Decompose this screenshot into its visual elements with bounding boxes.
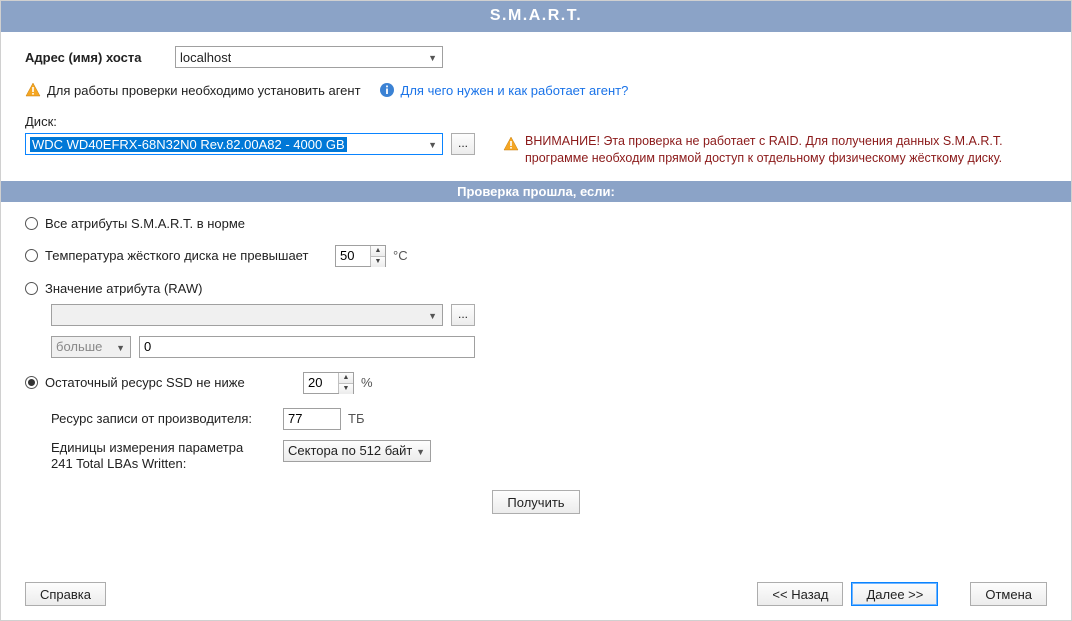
temp-input[interactable] [336,246,370,266]
ssd-units-label-2: 241 Total LBAs Written: [51,456,283,472]
cancel-button[interactable]: Отмена [970,582,1047,606]
footer: Справка << Назад Далее >> Отмена [1,570,1071,620]
temp-stepper[interactable]: ▲▼ [335,245,386,267]
chevron-down-icon: ▼ [428,53,437,63]
warning-icon [25,82,41,98]
opt-all-ok-label: Все атрибуты S.M.A.R.T. в норме [45,216,245,231]
info-icon [379,82,395,98]
opt-all-attributes: Все атрибуты S.M.A.R.T. в норме [25,216,1047,231]
stepper-arrows[interactable]: ▲▼ [370,246,385,266]
ssd-subgroup: Ресурс записи от производителя: ТБ Едини… [45,408,1047,491]
agent-warning-text: Для работы проверки необходимо установит… [47,83,361,98]
ssd-percent-input[interactable] [304,373,338,393]
stepper-arrows[interactable]: ▲▼ [338,373,353,393]
get-button[interactable]: Получить [492,490,579,514]
disk-select[interactable]: WDC WD40EFRX-68N32N0 Rev.82.00A82 - 4000… [25,133,443,155]
raw-threshold-input[interactable] [139,336,475,358]
radio-temperature[interactable] [25,249,38,262]
back-button[interactable]: << Назад [757,582,843,606]
opt-ssd: Остаточный ресурс SSD не ниже ▲▼ % [25,372,1047,394]
ssd-units-select[interactable]: Сектора по 512 байт ▼ [283,440,431,462]
opt-temp-label: Температура жёсткого диска не превышает [45,248,335,263]
host-select[interactable]: localhost ▼ [175,46,443,68]
disk-value: WDC WD40EFRX-68N32N0 Rev.82.00A82 - 4000… [30,137,347,152]
ssd-vendor-input[interactable] [283,408,341,430]
ssd-units-label-1: Единицы измерения параметра [51,440,283,456]
opt-raw: Значение атрибута (RAW) [25,281,1047,296]
warning-icon [503,136,519,152]
raw-browse-button[interactable]: ... [451,304,475,326]
disk-label: Диск: [25,114,57,129]
raw-subgroup: ▼ ... больше ▼ [45,304,1047,358]
help-button[interactable]: Справка [25,582,106,606]
title: S.M.A.R.T. [490,7,582,24]
disk-row: WDC WD40EFRX-68N32N0 Rev.82.00A82 - 4000… [25,133,1047,167]
ssd-units-value: Сектора по 512 байт [288,443,412,458]
raw-compare-select[interactable]: больше ▼ [51,336,131,358]
section-header: Проверка прошла, если: [1,181,1071,202]
host-value: localhost [180,50,231,65]
opt-ssd-label: Остаточный ресурс SSD не ниже [45,375,303,390]
temp-unit: °C [393,248,408,263]
host-row: Адрес (имя) хоста localhost ▼ [25,46,1047,68]
ssd-vendor-unit: ТБ [348,411,364,426]
radio-raw[interactable] [25,282,38,295]
opt-temperature: Температура жёсткого диска не превышает … [25,245,1047,267]
ssd-percent-stepper[interactable]: ▲▼ [303,372,354,394]
disk-browse-button[interactable]: ... [451,133,475,155]
ssd-vendor-label: Ресурс записи от производителя: [51,411,283,426]
next-button[interactable]: Далее >> [851,582,938,606]
raw-compare-value: больше [56,339,102,354]
chevron-down-icon: ▼ [116,343,125,353]
smart-dialog: S.M.A.R.T. Адрес (имя) хоста localhost ▼… [0,0,1072,621]
chevron-down-icon: ▼ [416,447,425,457]
raid-warning: ВНИМАНИЕ! Эта проверка не работает с RAI… [525,133,1047,167]
radio-all-ok[interactable] [25,217,38,230]
chevron-down-icon: ▼ [428,140,437,150]
radio-ssd[interactable] [25,376,38,389]
body: Адрес (имя) хоста localhost ▼ Для работы… [1,32,1071,570]
ssd-percent-unit: % [361,375,373,390]
agent-help-link[interactable]: Для чего нужен и как работает агент? [401,83,629,98]
title-bar: S.M.A.R.T. [1,1,1071,32]
agent-row: Для работы проверки необходимо установит… [25,82,1047,98]
chevron-down-icon: ▼ [428,311,437,321]
raw-attr-select[interactable]: ▼ [51,304,443,326]
host-label: Адрес (имя) хоста [25,50,175,65]
opt-raw-label: Значение атрибута (RAW) [45,281,202,296]
